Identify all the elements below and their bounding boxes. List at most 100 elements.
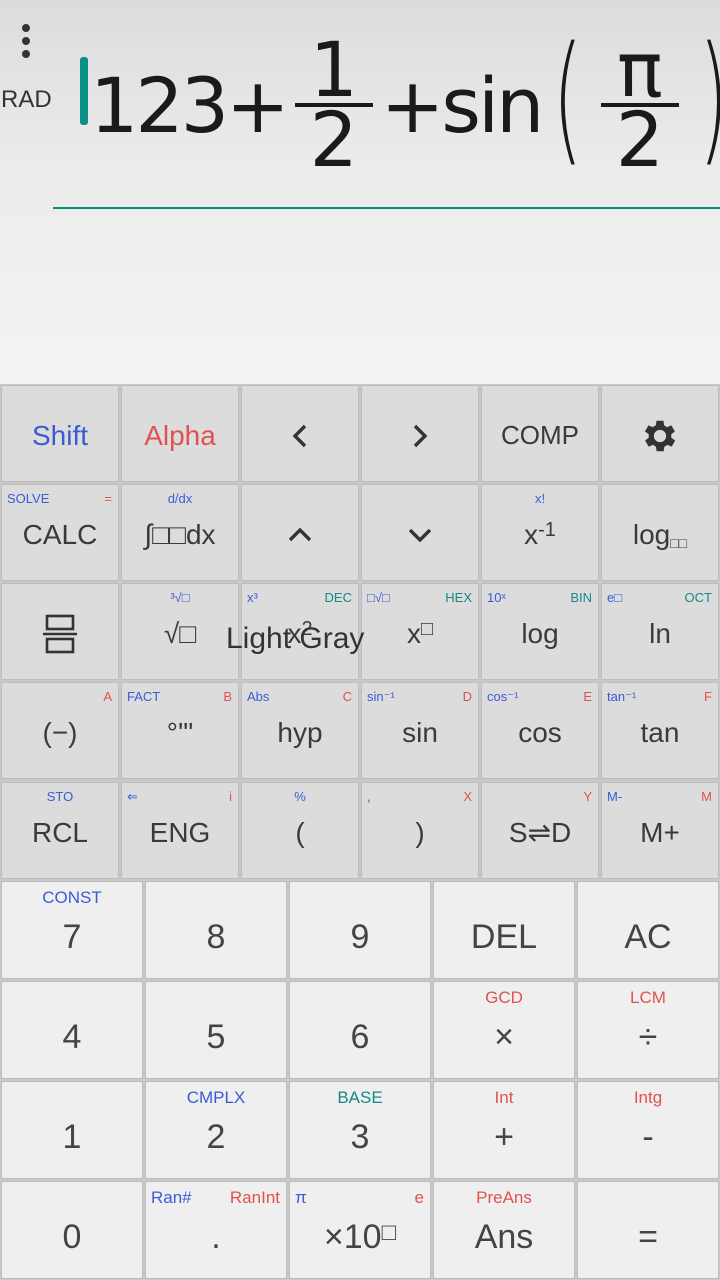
hyp-key[interactable]: Abs C hyp — [241, 682, 359, 779]
text-cursor — [80, 57, 88, 125]
decimal-point-key[interactable]: Ran# RanInt . — [145, 1181, 287, 1279]
key-label: Alpha — [144, 419, 216, 451]
ln-key[interactable]: e□ OCT ln — [601, 583, 719, 680]
chevron-down-icon — [362, 485, 478, 580]
chevron-up-icon — [242, 485, 358, 580]
key-label: - — [642, 1117, 654, 1156]
power-key[interactable]: □√□ HEX x □ — [361, 583, 479, 680]
minus-key[interactable]: Intg - — [577, 1081, 719, 1179]
key-label: 6 — [350, 1017, 370, 1056]
fraction-numerator: 1 — [309, 25, 358, 114]
key-label: ÷ — [638, 1017, 658, 1056]
settings-key[interactable] — [601, 385, 719, 482]
overlay-caption: Light Gray — [226, 622, 365, 655]
key-label: DEL — [470, 917, 538, 956]
all-clear-key[interactable]: AC — [577, 881, 719, 979]
key-label: 5 — [206, 1017, 226, 1056]
key-label: COMP — [501, 420, 579, 450]
key-label: 3 — [350, 1117, 370, 1156]
digit-2-key[interactable]: CMPLX 2 — [145, 1081, 287, 1179]
input-underline — [53, 207, 720, 209]
fraction-key[interactable] — [1, 583, 119, 680]
equals-key[interactable]: = — [577, 1181, 719, 1279]
key-label: 2 — [206, 1117, 226, 1156]
digit-3-key[interactable]: BASE 3 — [289, 1081, 431, 1179]
cos-key[interactable]: cos⁻¹ E cos — [481, 682, 599, 779]
log-base-key[interactable]: log □□ — [601, 484, 719, 581]
key-label: RCL — [31, 816, 88, 848]
expression-input[interactable]: 123+ 1 2 +sin ( π 2 ) — [90, 20, 720, 190]
digit-6-key[interactable]: 6 — [289, 981, 431, 1079]
reciprocal-key[interactable]: x! x -1 — [481, 484, 599, 581]
sin-key[interactable]: sin⁻¹ D sin — [361, 682, 479, 779]
digit-8-key[interactable]: 8 — [145, 881, 287, 979]
key-label: ( — [295, 816, 305, 848]
digit-5-key[interactable]: 5 — [145, 981, 287, 1079]
overflow-menu-icon[interactable] — [10, 20, 42, 64]
integral-key[interactable]: d/dx ∫□□dx — [121, 484, 239, 581]
key-label: CALC — [22, 518, 98, 550]
negate-key[interactable]: A (−) — [1, 682, 119, 779]
key-label: × — [494, 1017, 514, 1056]
key-label: √□ — [163, 617, 197, 649]
expr-text-sin: +sin — [380, 60, 545, 150]
exponent-key[interactable]: π e ×10 □ — [289, 1181, 431, 1279]
close-paren-key[interactable]: , X ) — [361, 782, 479, 879]
key-label: sin — [402, 716, 438, 748]
keypad: Shift Alpha COMP SOLVE = CALC d/dx ∫□□dx — [0, 384, 720, 1280]
key-label: AC — [624, 917, 672, 956]
key-label: 0 — [62, 1217, 82, 1256]
cursor-up-key[interactable] — [241, 484, 359, 581]
open-paren: ( — [552, 17, 583, 180]
open-paren-key[interactable]: % ( — [241, 782, 359, 879]
close-paren: ) — [699, 29, 720, 169]
cursor-left-key[interactable] — [241, 385, 359, 482]
ans-key[interactable]: PreAns Ans — [433, 1181, 575, 1279]
expr-text: 123+ — [90, 60, 290, 150]
key-label: log — [521, 617, 559, 649]
key-label: ∫□□dx — [144, 518, 216, 550]
alpha-key[interactable]: Alpha — [121, 385, 239, 482]
key-label: hyp — [277, 716, 323, 748]
key-label: 7 — [62, 917, 82, 956]
log-key[interactable]: 10ˣ BIN log — [481, 583, 599, 680]
degree-key[interactable]: FACT B °'" — [121, 682, 239, 779]
cursor-right-key[interactable] — [361, 385, 479, 482]
key-label: 1 — [62, 1117, 82, 1156]
m-plus-key[interactable]: M- M M+ — [601, 782, 719, 879]
delete-key[interactable]: DEL — [433, 881, 575, 979]
calc-key[interactable]: SOLVE = CALC — [1, 484, 119, 581]
s-to-d-key[interactable]: Y S⇌D — [481, 782, 599, 879]
rcl-key[interactable]: STO RCL — [1, 782, 119, 879]
multiply-key[interactable]: GCD × — [433, 981, 575, 1079]
digit-0-key[interactable]: 0 — [1, 1181, 143, 1279]
gear-icon — [602, 386, 718, 481]
divide-key[interactable]: LCM ÷ — [577, 981, 719, 1079]
tan-key[interactable]: tan⁻¹ F tan — [601, 682, 719, 779]
display-area: RAD 123+ 1 2 +sin ( π 2 ) — [0, 0, 720, 384]
sqrt-key[interactable]: ³√□ √□ — [121, 583, 239, 680]
key-label: Shift — [31, 419, 89, 451]
key-label: M+ — [640, 816, 680, 848]
cursor-down-key[interactable] — [361, 484, 479, 581]
key-label: (−) — [42, 716, 78, 748]
key-label: tan — [640, 716, 680, 748]
fraction-icon — [2, 584, 118, 679]
key-label: ln — [649, 617, 671, 649]
shift-key[interactable]: Shift — [1, 385, 119, 482]
eng-key[interactable]: ⇐ i ENG — [121, 782, 239, 879]
key-label: + — [494, 1117, 514, 1156]
key-label: 4 — [62, 1017, 82, 1056]
digit-1-key[interactable]: 1 — [1, 1081, 143, 1179]
key-label: ) — [415, 816, 425, 848]
key-label: . — [211, 1217, 221, 1256]
plus-key[interactable]: Int + — [433, 1081, 575, 1179]
key-label: °'" — [166, 716, 194, 748]
key-label: x -1 — [524, 518, 556, 550]
fraction-2: π 2 — [600, 32, 679, 178]
chevron-right-icon — [362, 386, 478, 481]
digit-7-key[interactable]: CONST 7 — [1, 881, 143, 979]
digit-4-key[interactable]: 4 — [1, 981, 143, 1079]
mode-comp-key[interactable]: COMP — [481, 385, 599, 482]
digit-9-key[interactable]: 9 — [289, 881, 431, 979]
